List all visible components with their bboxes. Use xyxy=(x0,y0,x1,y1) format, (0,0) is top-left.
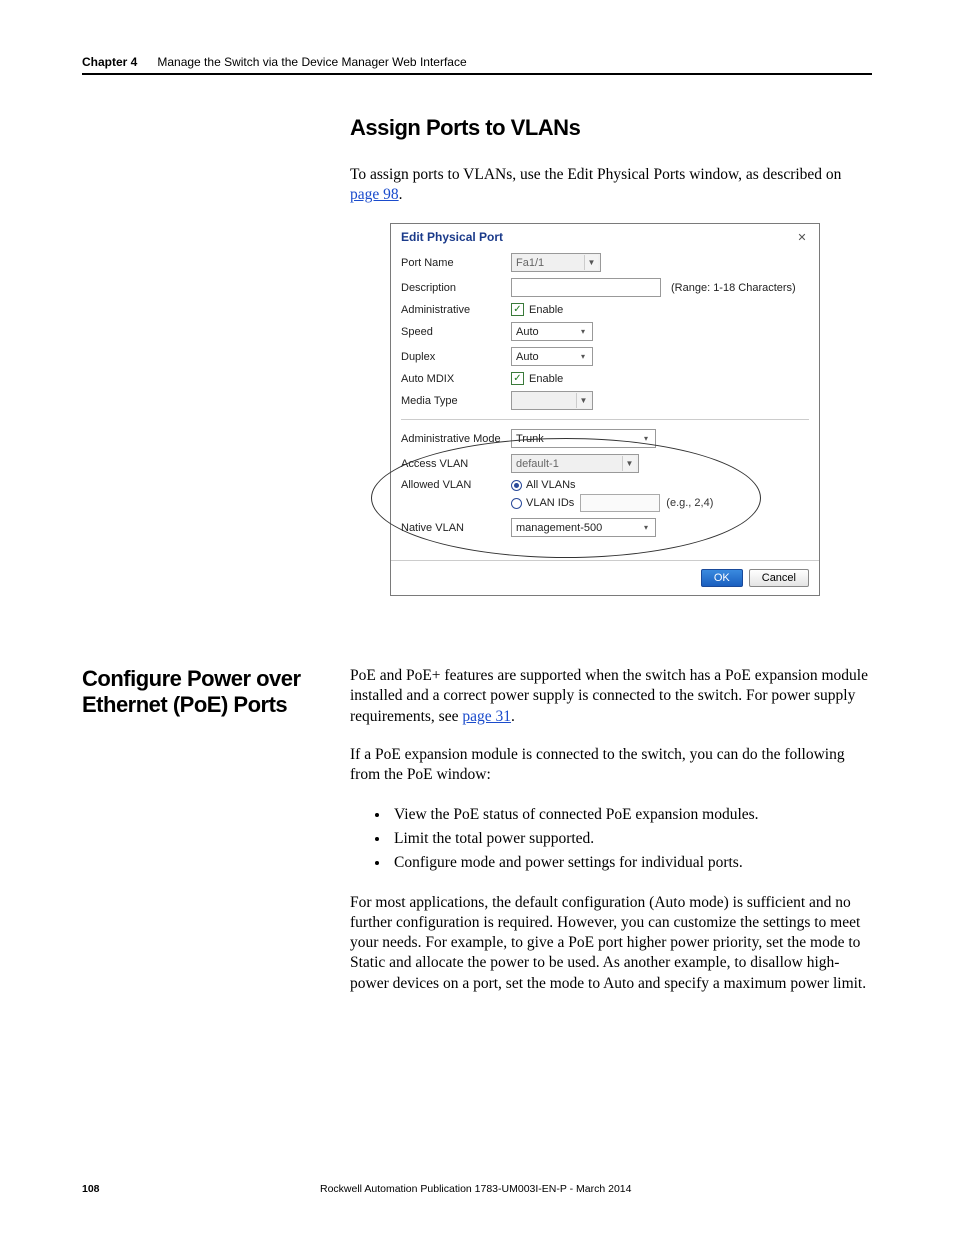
media-type-label: Media Type xyxy=(401,395,511,407)
admin-mode-value: Trunk xyxy=(516,433,544,445)
section-heading-poe: Configure Power over Ethernet (PoE) Port… xyxy=(82,666,342,717)
page-header: Chapter 4 Manage the Switch via the Devi… xyxy=(82,55,872,75)
edit-physical-port-dialog: Edit Physical Port ✕ Port Name Fa1/1 ▼ D… xyxy=(390,223,820,596)
access-vlan-value: default-1 xyxy=(516,458,559,470)
allowed-vlan-label: Allowed VLAN xyxy=(401,479,511,491)
poe-para1-pre: PoE and PoE+ features are supported when… xyxy=(350,667,868,724)
ok-button[interactable]: OK xyxy=(701,569,743,587)
native-vlan-label: Native VLAN xyxy=(401,522,511,534)
chapter-title: Manage the Switch via the Device Manager… xyxy=(157,55,466,69)
port-name-value: Fa1/1 xyxy=(516,257,544,269)
administrative-label: Administrative xyxy=(401,304,511,316)
intro-paragraph: To assign ports to VLANs, use the Edit P… xyxy=(350,165,872,205)
publication-info: Rockwell Automation Publication 1783-UM0… xyxy=(320,1183,872,1195)
chevron-down-icon: ▼ xyxy=(576,393,590,408)
page-footer: 108 Rockwell Automation Publication 1783… xyxy=(82,1183,872,1195)
poe-para1: PoE and PoE+ features are supported when… xyxy=(350,666,872,726)
chevron-down-icon: ▾ xyxy=(576,324,590,339)
vlan-ids-input[interactable] xyxy=(580,494,660,512)
list-item: View the PoE status of connected PoE exp… xyxy=(390,803,872,827)
section-heading-assign-ports: Assign Ports to VLANs xyxy=(350,115,872,141)
port-name-label: Port Name xyxy=(401,257,511,269)
close-icon[interactable]: ✕ xyxy=(795,230,809,244)
vlan-ids-radio[interactable] xyxy=(511,498,522,509)
poe-bullets: View the PoE status of connected PoE exp… xyxy=(390,803,872,875)
cancel-button[interactable]: Cancel xyxy=(749,569,809,587)
page-31-link[interactable]: page 31 xyxy=(462,708,511,725)
page-98-link[interactable]: page 98 xyxy=(350,186,399,203)
speed-label: Speed xyxy=(401,326,511,338)
port-name-select[interactable]: Fa1/1 ▼ xyxy=(511,253,601,272)
auto-mdix-label: Auto MDIX xyxy=(401,373,511,385)
intro-post: . xyxy=(399,186,403,203)
poe-para2: If a PoE expansion module is connected t… xyxy=(350,745,872,785)
speed-value: Auto xyxy=(516,326,539,338)
chevron-down-icon: ▼ xyxy=(584,255,598,270)
list-item: Configure mode and power settings for in… xyxy=(390,851,872,875)
poe-para3: For most applications, the default confi… xyxy=(350,893,872,994)
dialog-title: Edit Physical Port xyxy=(401,230,503,244)
chevron-down-icon: ▼ xyxy=(622,456,636,471)
page-number: 108 xyxy=(82,1183,320,1195)
auto-mdix-enable-label: Enable xyxy=(529,373,563,385)
admin-mode-select[interactable]: Trunk ▾ xyxy=(511,429,656,448)
divider xyxy=(401,419,809,420)
speed-select[interactable]: Auto ▾ xyxy=(511,322,593,341)
native-vlan-select[interactable]: management-500 ▾ xyxy=(511,518,656,537)
vlan-ids-example: (e.g., 2,4) xyxy=(666,497,713,509)
chevron-down-icon: ▾ xyxy=(639,520,653,535)
vlan-ids-label: VLAN IDs xyxy=(526,497,574,509)
description-input[interactable] xyxy=(511,278,661,297)
administrative-enable-label: Enable xyxy=(529,304,563,316)
auto-mdix-checkbox[interactable]: ✓ xyxy=(511,372,524,385)
media-type-select[interactable]: ▼ xyxy=(511,391,593,410)
all-vlans-radio[interactable] xyxy=(511,480,522,491)
list-item: Limit the total power supported. xyxy=(390,827,872,851)
chevron-down-icon: ▾ xyxy=(576,349,590,364)
admin-mode-label: Administrative Mode xyxy=(401,433,511,445)
administrative-checkbox[interactable]: ✓ xyxy=(511,303,524,316)
description-range: (Range: 1-18 Characters) xyxy=(671,282,796,294)
description-label: Description xyxy=(401,282,511,294)
chapter-label: Chapter 4 xyxy=(82,55,137,69)
duplex-value: Auto xyxy=(516,351,539,363)
access-vlan-label: Access VLAN xyxy=(401,458,511,470)
poe-para1-post: . xyxy=(511,708,515,725)
duplex-select[interactable]: Auto ▾ xyxy=(511,347,593,366)
access-vlan-select[interactable]: default-1 ▼ xyxy=(511,454,639,473)
duplex-label: Duplex xyxy=(401,351,511,363)
intro-pre: To assign ports to VLANs, use the Edit P… xyxy=(350,166,841,183)
all-vlans-label: All VLANs xyxy=(526,479,576,491)
chevron-down-icon: ▾ xyxy=(639,431,653,446)
native-vlan-value: management-500 xyxy=(516,522,602,534)
